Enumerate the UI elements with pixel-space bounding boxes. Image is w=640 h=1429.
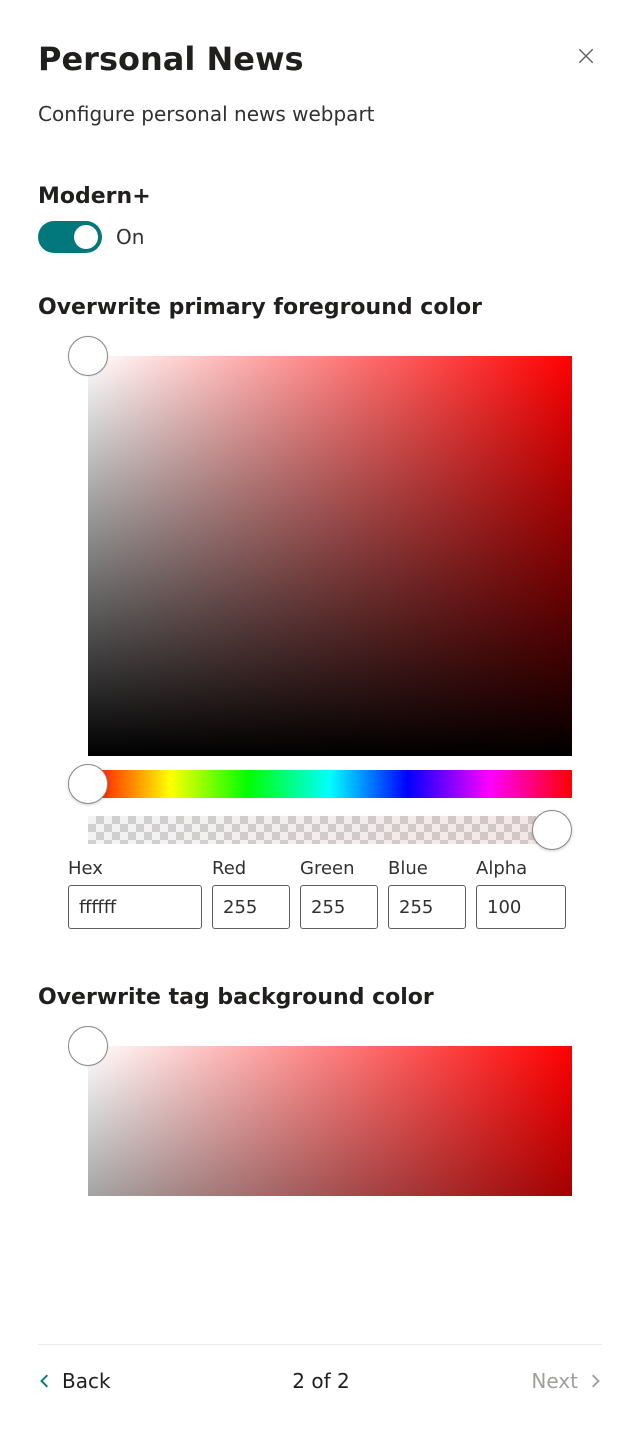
header: Personal News xyxy=(38,40,602,78)
tag-bg-color-label: Overwrite tag background color xyxy=(38,985,602,1010)
close-button[interactable] xyxy=(570,40,602,72)
red-label: Red xyxy=(212,858,290,879)
green-label: Green xyxy=(300,858,378,879)
sv-cursor-2[interactable] xyxy=(68,1026,108,1066)
alpha-input[interactable] xyxy=(476,885,566,929)
chevron-left-icon xyxy=(38,1374,52,1388)
saturation-value-area[interactable] xyxy=(68,336,572,756)
property-pane: Personal News Configure personal news we… xyxy=(0,0,640,1429)
back-button[interactable]: Back xyxy=(38,1369,111,1393)
foreground-color-label: Overwrite primary foreground color xyxy=(38,295,602,320)
color-input-row: Hex Red Green Blue Alpha xyxy=(68,858,572,929)
panel-subtitle: Configure personal news webpart xyxy=(38,102,602,126)
pager-footer: Back 2 of 2 Next xyxy=(38,1344,602,1429)
sv-gradient xyxy=(88,356,572,756)
alpha-slider[interactable] xyxy=(68,816,572,844)
green-input[interactable] xyxy=(300,885,378,929)
alpha-track xyxy=(88,816,552,844)
pager-text: 2 of 2 xyxy=(292,1369,349,1393)
foreground-color-picker: Hex Red Green Blue Alpha xyxy=(38,336,602,929)
hex-input[interactable] xyxy=(68,885,202,929)
next-label: Next xyxy=(531,1369,578,1393)
hex-label: Hex xyxy=(68,858,202,879)
blue-input[interactable] xyxy=(388,885,466,929)
modern-plus-toggle-row: On xyxy=(38,221,602,253)
red-input[interactable] xyxy=(212,885,290,929)
alpha-thumb[interactable] xyxy=(532,810,572,850)
alpha-label: Alpha xyxy=(476,858,566,879)
next-button: Next xyxy=(531,1369,602,1393)
tag-bg-color-picker xyxy=(38,1026,602,1196)
toggle-thumb xyxy=(74,225,98,249)
close-icon xyxy=(577,47,595,65)
toggle-label: Modern+ xyxy=(38,184,602,209)
hue-slider[interactable] xyxy=(68,770,572,798)
sv-cursor[interactable] xyxy=(68,336,108,376)
hue-track xyxy=(88,770,572,798)
blue-label: Blue xyxy=(388,858,466,879)
modern-plus-toggle[interactable] xyxy=(38,221,102,253)
panel-title: Personal News xyxy=(38,40,304,78)
sv-gradient-2 xyxy=(88,1046,572,1196)
chevron-right-icon xyxy=(588,1374,602,1388)
hue-thumb[interactable] xyxy=(68,764,108,804)
saturation-value-area-2[interactable] xyxy=(68,1026,572,1196)
back-label: Back xyxy=(62,1369,111,1393)
toggle-state-text: On xyxy=(116,225,144,249)
